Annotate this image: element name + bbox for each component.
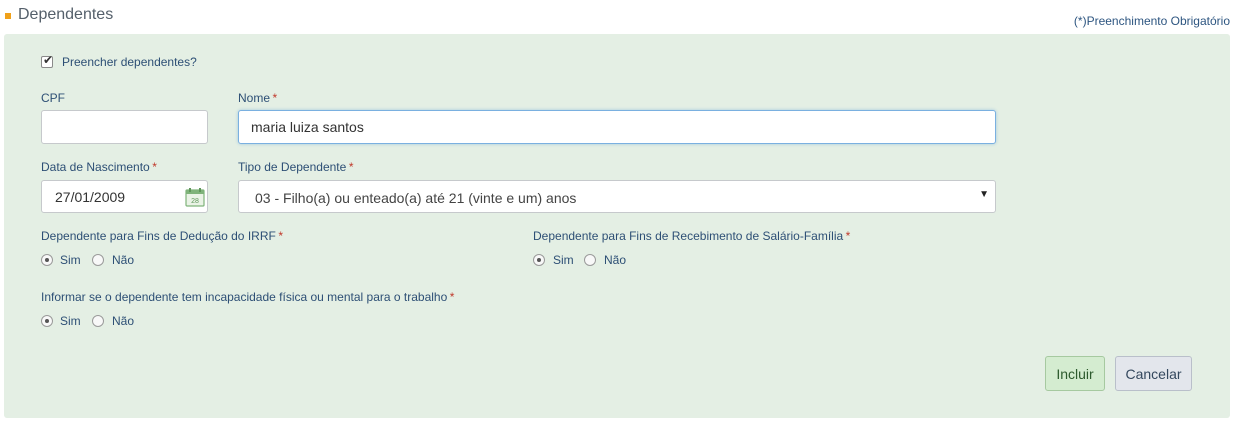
salario-familia-yes-label: Sim [553, 253, 574, 267]
irrf-yes-label: Sim [60, 253, 81, 267]
nome-label: Nome * [238, 91, 277, 105]
nome-input[interactable] [238, 110, 996, 144]
cpf-label-text: CPF [41, 91, 65, 105]
birthdate-label: Data de Nascimento * [41, 160, 156, 174]
cancelar-button[interactable]: Cancelar [1115, 356, 1192, 391]
birthdate-input[interactable]: 27/01/2009 28 [41, 180, 208, 213]
irrf-yes-radio[interactable] [41, 254, 53, 266]
section-title: Dependentes [18, 6, 114, 23]
incapacidade-yes-label: Sim [60, 314, 81, 328]
checkmark-icon: ✔ [43, 53, 54, 67]
dependent-type-label-text: Tipo de Dependente [238, 160, 347, 174]
dropdown-arrow-icon[interactable]: ▼ [979, 189, 989, 200]
irrf-label: Dependente para Fins de Dedução do IRRF * [41, 229, 282, 243]
required-star: * [151, 160, 157, 174]
required-star: * [449, 290, 454, 304]
irrf-no-label: Não [112, 253, 135, 267]
section-bullet-icon [5, 13, 11, 19]
cpf-label: CPF [41, 91, 65, 105]
dependent-type-value: 03 - Filho(a) ou enteado(a) até 21 (vint… [255, 190, 577, 206]
birthdate-label-text: Data de Nascimento [41, 160, 150, 174]
fill-dependents-label: Preencher dependentes? [62, 55, 197, 69]
section-header: Dependentes (*)Preenchimento Obrigatório [0, 0, 1242, 34]
dependent-type-select[interactable]: 03 - Filho(a) ou enteado(a) até 21 (vint… [238, 180, 996, 213]
irrf-no-radio[interactable] [92, 254, 104, 266]
irrf-label-text: Dependente para Fins de Dedução do IRRF [41, 229, 276, 243]
birthdate-value: 27/01/2009 [55, 189, 126, 205]
required-star: * [272, 91, 277, 105]
required-star: * [348, 160, 353, 174]
required-note: (*)Preenchimento Obrigatório [1073, 14, 1230, 28]
dependent-type-label: Tipo de Dependente * [238, 160, 353, 174]
salario-familia-label: Dependente para Fins de Recebimento de S… [533, 229, 850, 243]
required-star: * [845, 229, 850, 243]
salario-familia-yes-radio[interactable] [533, 254, 545, 266]
required-star: * [277, 229, 283, 243]
incluir-button[interactable]: Incluir [1045, 356, 1105, 391]
incapacidade-no-radio[interactable] [92, 315, 104, 327]
salario-familia-no-radio[interactable] [584, 254, 596, 266]
fill-dependents-checkbox[interactable]: ✔ [41, 53, 54, 68]
dependents-form-panel: ✔ Preencher dependentes? CPF Nome* Data … [4, 34, 1230, 418]
salario-familia-no-label: Não [604, 253, 627, 267]
incapacidade-label: Informar se o dependente tem incapacidad… [41, 290, 454, 304]
incapacidade-label-text: Informar se o dependente tem incapacidad… [41, 290, 448, 304]
salario-familia-label-text: Dependente para Fins de Recebimento de S… [533, 229, 844, 243]
incapacidade-no-label: Não [112, 314, 135, 328]
calendar-icon[interactable]: 28 [185, 187, 205, 207]
cpf-input[interactable] [41, 110, 208, 144]
calendar-day-text: 28 [191, 198, 199, 205]
nome-label-text: Nome [238, 91, 271, 105]
incapacidade-yes-radio[interactable] [41, 315, 53, 327]
